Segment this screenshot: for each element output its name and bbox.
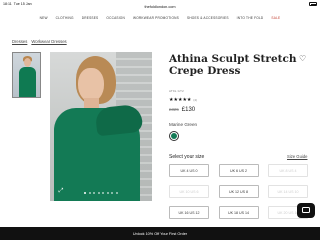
main-nav: NEW CLOTHING DRESSES OCCASION WORKWEAR P… bbox=[0, 14, 320, 21]
gallery-dot[interactable] bbox=[97, 192, 100, 194]
nav-item-shoes-accessories[interactable]: SHOES & ACCESSORIES bbox=[187, 16, 229, 20]
chat-icon bbox=[302, 207, 310, 213]
chat-button[interactable] bbox=[297, 203, 315, 218]
nav-item-into-the-fold[interactable]: INTO THE FOLD bbox=[237, 16, 264, 20]
size-option[interactable]: UK 6 US 2 bbox=[218, 164, 259, 177]
size-option[interactable]: UK 10 US 6 bbox=[169, 185, 209, 198]
model-dress-sleeve bbox=[94, 103, 144, 137]
address-bar[interactable]: thefoldlondon.com bbox=[0, 5, 320, 12]
size-option[interactable]: UK 12 US 8 bbox=[218, 185, 259, 198]
colour-swatch-fill bbox=[171, 133, 177, 139]
nav-item-sale[interactable]: SALE bbox=[271, 16, 280, 20]
size-option[interactable]: UK 18 US 14 bbox=[218, 206, 259, 219]
price-sale: £130 bbox=[181, 107, 196, 113]
nav-item-dresses[interactable]: DRESSES bbox=[82, 16, 99, 20]
nav-item-occasion[interactable]: OCCASION bbox=[106, 16, 125, 20]
product-rating[interactable]: ★★★★★ (4) bbox=[169, 97, 197, 103]
size-label: Select your size bbox=[169, 154, 205, 160]
breadcrumb-dresses[interactable]: Dresses bbox=[12, 39, 27, 44]
size-options: UK 4 US 0 UK 6 US 2 UK 8 US 4 UK 10 US 6 UK … bbox=[169, 164, 308, 219]
product-main-image[interactable]: ⤢ bbox=[50, 52, 152, 201]
promo-text: Unlock 10% Off Your First Order bbox=[132, 231, 188, 236]
gallery-dot[interactable] bbox=[115, 192, 118, 194]
gallery-dot[interactable] bbox=[93, 192, 96, 194]
thumbnail-model-dress bbox=[19, 67, 36, 97]
gallery-dot[interactable] bbox=[102, 192, 105, 194]
size-option[interactable]: UK 16 US 12 bbox=[169, 206, 209, 219]
size-option[interactable]: UK 14 US 10 bbox=[268, 185, 308, 198]
product-title: Athina Sculpt Stretch Crepe Dress bbox=[169, 53, 297, 77]
gallery-dot[interactable] bbox=[111, 192, 114, 194]
promo-banner[interactable]: Unlock 10% Off Your First Order bbox=[0, 227, 320, 240]
rating-stars: ★★★★★ bbox=[169, 97, 192, 103]
nav-item-clothing[interactable]: CLOTHING bbox=[56, 16, 74, 20]
breadcrumb-workwear-dresses[interactable]: Workwear Dresses bbox=[31, 39, 66, 44]
price-original: £325 bbox=[169, 107, 179, 112]
size-guide-link[interactable]: Size Guide bbox=[287, 154, 307, 159]
gallery-dot[interactable] bbox=[88, 192, 91, 194]
heart-icon[interactable]: ♡ bbox=[299, 54, 308, 63]
breadcrumb: Dresses Workwear Dresses bbox=[12, 39, 67, 44]
product-sku: AT9L GT2 bbox=[169, 89, 184, 93]
colour-name: Marine Green bbox=[169, 122, 198, 127]
colour-swatch[interactable] bbox=[169, 131, 179, 141]
thumbnail-model-head bbox=[24, 58, 31, 67]
nav-item-new[interactable]: NEW bbox=[40, 16, 48, 20]
rating-count: (4) bbox=[193, 98, 197, 102]
nav-item-workwear-promotions[interactable]: WORKWEAR PROMOTIONS bbox=[133, 16, 179, 20]
gallery-dot[interactable] bbox=[84, 192, 87, 194]
size-option[interactable]: UK 8 US 4 bbox=[268, 164, 308, 177]
gallery-thumbnail[interactable] bbox=[12, 52, 41, 98]
gallery-dot[interactable] bbox=[106, 192, 109, 194]
model-face bbox=[78, 68, 104, 102]
product-price: £325 £130 bbox=[169, 107, 195, 113]
gallery-pagination bbox=[50, 192, 152, 194]
size-option[interactable]: UK 4 US 0 bbox=[169, 164, 209, 177]
